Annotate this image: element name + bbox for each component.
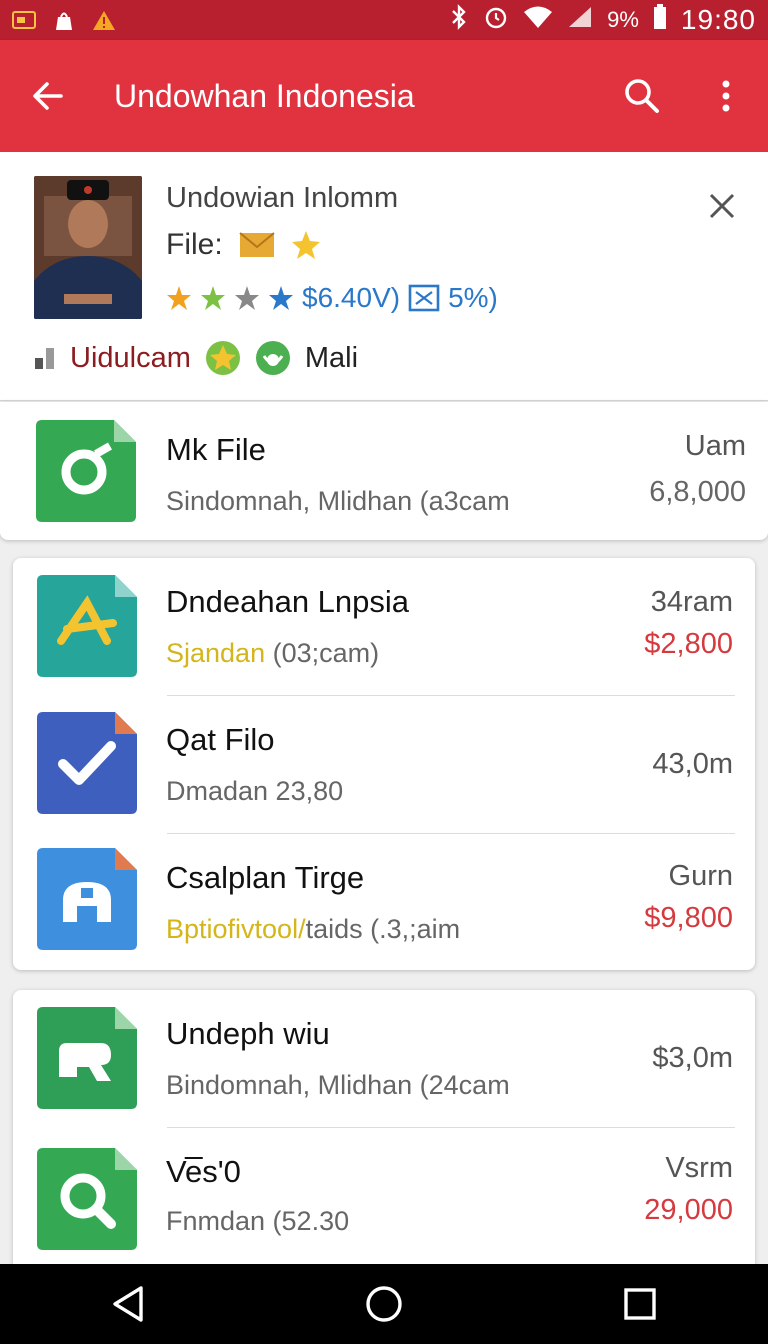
smile-badge-icon [255, 341, 290, 375]
item-meta: Vsrm [665, 1152, 733, 1184]
item-subtitle: Sjandan (03;cam) [166, 638, 379, 669]
file-label: File: [166, 228, 223, 261]
item-subtitle-highlight: Sjandan [166, 638, 266, 668]
item-meta: $3,0m [652, 1042, 733, 1074]
image-icon [408, 284, 440, 312]
nav-recents-button[interactable] [600, 1264, 680, 1344]
list-item[interactable]: Mk File Sindomnah, Mlidhan (a3cam Uam 6,… [0, 402, 768, 540]
bluetooth-icon [449, 3, 469, 37]
item-subtitle: Bindomnah, Mlidhan (24cam [166, 1070, 510, 1100]
item-subtitle: Bptiofivtool/taids (.3,;aim [166, 914, 460, 945]
item-title: Qat Filo [166, 722, 275, 757]
item-meta: 34ram [650, 586, 733, 618]
item-meta: Gurn [668, 860, 733, 892]
list-item[interactable]: Qat Filo Dmadan 23,80 43,0m [13, 696, 755, 834]
item-subtitle-text: (03;cam) [265, 638, 380, 668]
item-title: Dndeahan Lnpsia [166, 584, 410, 619]
page-title: Undowhan Indonesia [114, 77, 415, 114]
star-icon [269, 286, 293, 310]
battery-percent: 9% [607, 7, 639, 32]
signal-bars-icon [35, 348, 54, 369]
file-icon [37, 1148, 137, 1250]
home-circle-icon [366, 1286, 402, 1322]
back-button[interactable] [0, 40, 96, 152]
tags-row: Uidulcam Mali [34, 340, 358, 376]
bag-icon [52, 9, 76, 31]
search-button[interactable] [600, 40, 684, 152]
star-icon [235, 286, 259, 310]
app-bar: Undowhan Indonesia [0, 40, 768, 152]
item-subtitle: Fnmdan (52.30 [166, 1206, 350, 1236]
list-item[interactable]: Csalplan Tirge Bptiofivtool/taids (.3,;a… [13, 834, 755, 972]
close-icon [709, 193, 735, 219]
battery-icon [653, 3, 667, 37]
search-icon [625, 79, 659, 113]
item-meta: 43,0m [652, 748, 733, 780]
avatar [34, 176, 142, 319]
item-subtitle-highlight: Bptiofivtool/ [166, 914, 306, 944]
more-vert-icon [722, 80, 730, 112]
arrow-back-icon [33, 82, 63, 110]
tag-label: Uidulcam [70, 341, 191, 374]
alarm-icon [483, 4, 509, 37]
profile-card: Undowian Inlomm File: $6.40V) 5%) Uidulc… [0, 152, 768, 401]
signal-icon [567, 5, 593, 36]
item-amount: 29,000 [644, 1194, 733, 1226]
item-amount: 6,8,000 [649, 476, 746, 508]
recents-square-icon [624, 1288, 656, 1320]
file-card: Undeph wiu Bindomnah, Mlidhan (24cam $3,… [13, 990, 755, 1280]
item-title: Mk File [166, 432, 266, 467]
triangle-back-icon [113, 1286, 143, 1322]
wifi-icon [523, 5, 553, 36]
close-button[interactable] [700, 184, 744, 228]
item-title: Csalplan Tirge [166, 860, 365, 895]
system-nav-bar [0, 1264, 768, 1344]
file-row: File: [166, 228, 321, 262]
file-icon [37, 712, 137, 814]
item-title: Undeph wiu [166, 1016, 330, 1051]
list-item[interactable]: Undeph wiu Bindomnah, Mlidhan (24cam $3,… [13, 990, 755, 1128]
rating-row: $6.40V) 5%) [166, 282, 498, 314]
sim-card-icon [12, 9, 36, 31]
nav-home-button[interactable] [344, 1264, 424, 1344]
item-subtitle: Dmadan 23,80 [166, 776, 344, 806]
item-meta: Uam [684, 430, 746, 462]
warning-icon [92, 9, 116, 31]
file-icon [36, 420, 136, 522]
list-item[interactable]: Dndeahan Lnpsia Sjandan (03;cam) 34ram $… [13, 558, 755, 696]
star-icon [291, 231, 320, 259]
item-title: Ve̅s'0 [166, 1154, 241, 1189]
file-card: Mk File Sindomnah, Mlidhan (a3cam Uam 6,… [0, 402, 768, 540]
rating-value: $6.40V) [302, 282, 401, 313]
profile-name: Undowian Inlomm [166, 182, 399, 214]
star-badge-icon [205, 341, 240, 375]
file-icon [37, 848, 137, 950]
file-icon [37, 575, 137, 677]
more-options-button[interactable] [684, 40, 768, 152]
item-amount: $9,800 [644, 902, 733, 934]
mail-icon [239, 232, 275, 257]
item-subtitle-text: taids (.3,;aim [305, 914, 461, 944]
item-subtitle: Sindomnah, Mlidhan (a3cam [166, 486, 510, 516]
file-card: Dndeahan Lnpsia Sjandan (03;cam) 34ram $… [13, 558, 755, 970]
star-icon [201, 286, 225, 310]
percent-value: 5%) [448, 282, 498, 313]
person-photo [34, 176, 142, 319]
tag-label: Mali [304, 341, 359, 374]
list-item[interactable]: Ve̅s'0 Fnmdan (52.30 Vsrm 29,000 [13, 1128, 755, 1266]
star-icon [167, 286, 191, 310]
file-icon [37, 1007, 137, 1109]
status-bar: 9% 19:80 [0, 0, 768, 40]
nav-back-button[interactable] [88, 1264, 168, 1344]
item-amount: $2,800 [644, 628, 733, 660]
clock: 19:80 [680, 4, 756, 35]
